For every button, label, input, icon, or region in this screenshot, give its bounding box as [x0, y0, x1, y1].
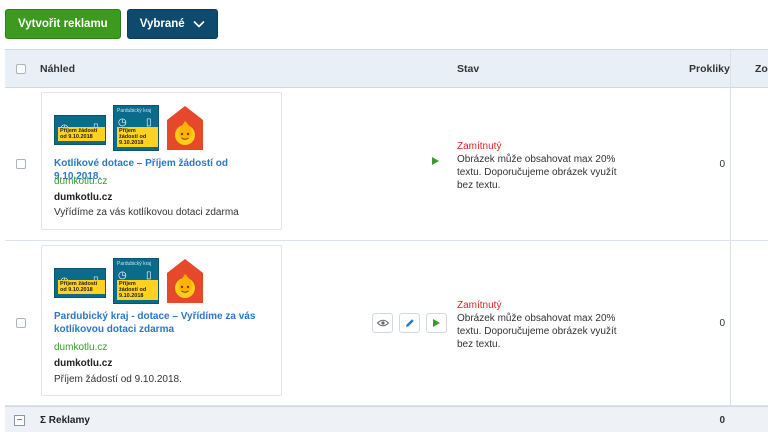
status-message: Obrázek může obsahovat max 20% textu. Do…	[457, 313, 617, 350]
selected-label: Vybrané	[139, 18, 185, 30]
ad-image-square: Pardubický kraj ◷ ▯ Příjem žádostí od 9.…	[113, 105, 159, 151]
toolbar: Vytvořit reklamu Vybrané	[5, 9, 218, 39]
ad-image-wide: ◷ ▯ Příjem žádostí od 9.10.2018	[54, 115, 106, 145]
ad-image-wide-label: Příjem žádostí od 9.10.2018	[58, 126, 105, 141]
edit-button[interactable]	[399, 313, 420, 333]
table-row: ◷ ▯ Příjem žádostí od 9.10.2018 Pardubic…	[5, 89, 768, 241]
house-flame-logo	[167, 106, 203, 150]
ad-image-square-header: Pardubický kraj	[117, 108, 152, 114]
ad-image-square: Pardubický kraj ◷ ▯ Příjem žádostí od 9.…	[113, 258, 159, 304]
selected-dropdown-button[interactable]: Vybrané	[126, 9, 218, 39]
play-icon	[433, 319, 440, 327]
column-clicks[interactable]: Prokliky	[689, 50, 730, 88]
chevron-down-icon	[193, 20, 205, 28]
play-icon[interactable]	[432, 157, 439, 165]
ad-preview-card[interactable]: ◷ ▯ Příjem žádostí od 9.10.2018 Pardubic…	[41, 92, 282, 230]
ad-site-name: dumkotlu.cz	[54, 358, 113, 369]
minus-icon: −	[16, 414, 23, 426]
ad-preview-card[interactable]: ◷ ▯ Příjem žádostí od 9.10.2018 Pardubic…	[41, 245, 282, 396]
clicks-value: 0	[719, 159, 725, 170]
status-label: Zamítnutý	[457, 141, 502, 152]
footer-label: Σ Reklamy	[40, 415, 90, 426]
ad-image-square-label: Příjem žádostí od 9.10.2018	[117, 279, 158, 300]
activate-button[interactable]	[426, 313, 447, 333]
ad-image-wide: ◷ ▯ Příjem žádostí od 9.10.2018	[54, 268, 106, 298]
ad-image-square-label: Příjem žádostí od 9.10.2018	[117, 126, 158, 147]
ad-title-link[interactable]: Pardubický kraj - dotace – Vyřídíme za v…	[54, 310, 259, 336]
ad-description: Vyřídíme za vás kotlíkovou dotaci zdarma	[54, 207, 239, 218]
ad-image-wide-label: Příjem žádostí od 9.10.2018	[58, 279, 105, 294]
create-ad-button[interactable]: Vytvořit reklamu	[5, 9, 121, 39]
column-preview[interactable]: Náhled	[40, 50, 75, 88]
ad-site-name: dumkotlu.cz	[54, 192, 113, 203]
ad-display-url: dumkotlu.cz	[54, 176, 108, 187]
ad-images: ◷ ▯ Příjem žádostí od 9.10.2018 Pardubic…	[54, 105, 204, 151]
clicks-value: 0	[719, 318, 725, 329]
table-row: ◷ ▯ Příjem žádostí od 9.10.2018 Pardubic…	[5, 241, 768, 406]
ad-description: Příjem žádostí od 9.10.2018.	[54, 374, 182, 385]
row-checkbox[interactable]	[16, 318, 26, 328]
column-next[interactable]: Zo	[755, 50, 768, 88]
pencil-icon	[405, 319, 414, 327]
ads-table: Náhled Stav Prokliky Zo ◷ ▯ Příjem žádos…	[5, 49, 768, 432]
ad-images: ◷ ▯ Příjem žádostí od 9.10.2018 Pardubic…	[54, 258, 204, 304]
preview-button[interactable]	[372, 313, 393, 333]
row-checkbox[interactable]	[16, 159, 26, 169]
house-flame-logo	[167, 259, 203, 303]
status-label: Zamítnutý	[457, 300, 502, 311]
column-status[interactable]: Stav	[457, 50, 479, 88]
select-all-checkbox[interactable]	[16, 64, 26, 74]
table-header: Náhled Stav Prokliky Zo	[5, 50, 768, 88]
ad-display-url: dumkotlu.cz	[54, 342, 108, 353]
collapse-button[interactable]: −	[14, 415, 25, 426]
table-footer: − Σ Reklamy 0	[5, 406, 768, 432]
ad-image-square-header: Pardubický kraj	[117, 261, 152, 267]
create-ad-label: Vytvořit reklamu	[18, 18, 108, 30]
status-message: Obrázek může obsahovat max 20% textu. Do…	[457, 154, 617, 191]
eye-icon	[376, 319, 389, 327]
footer-clicks-total: 0	[719, 415, 725, 426]
